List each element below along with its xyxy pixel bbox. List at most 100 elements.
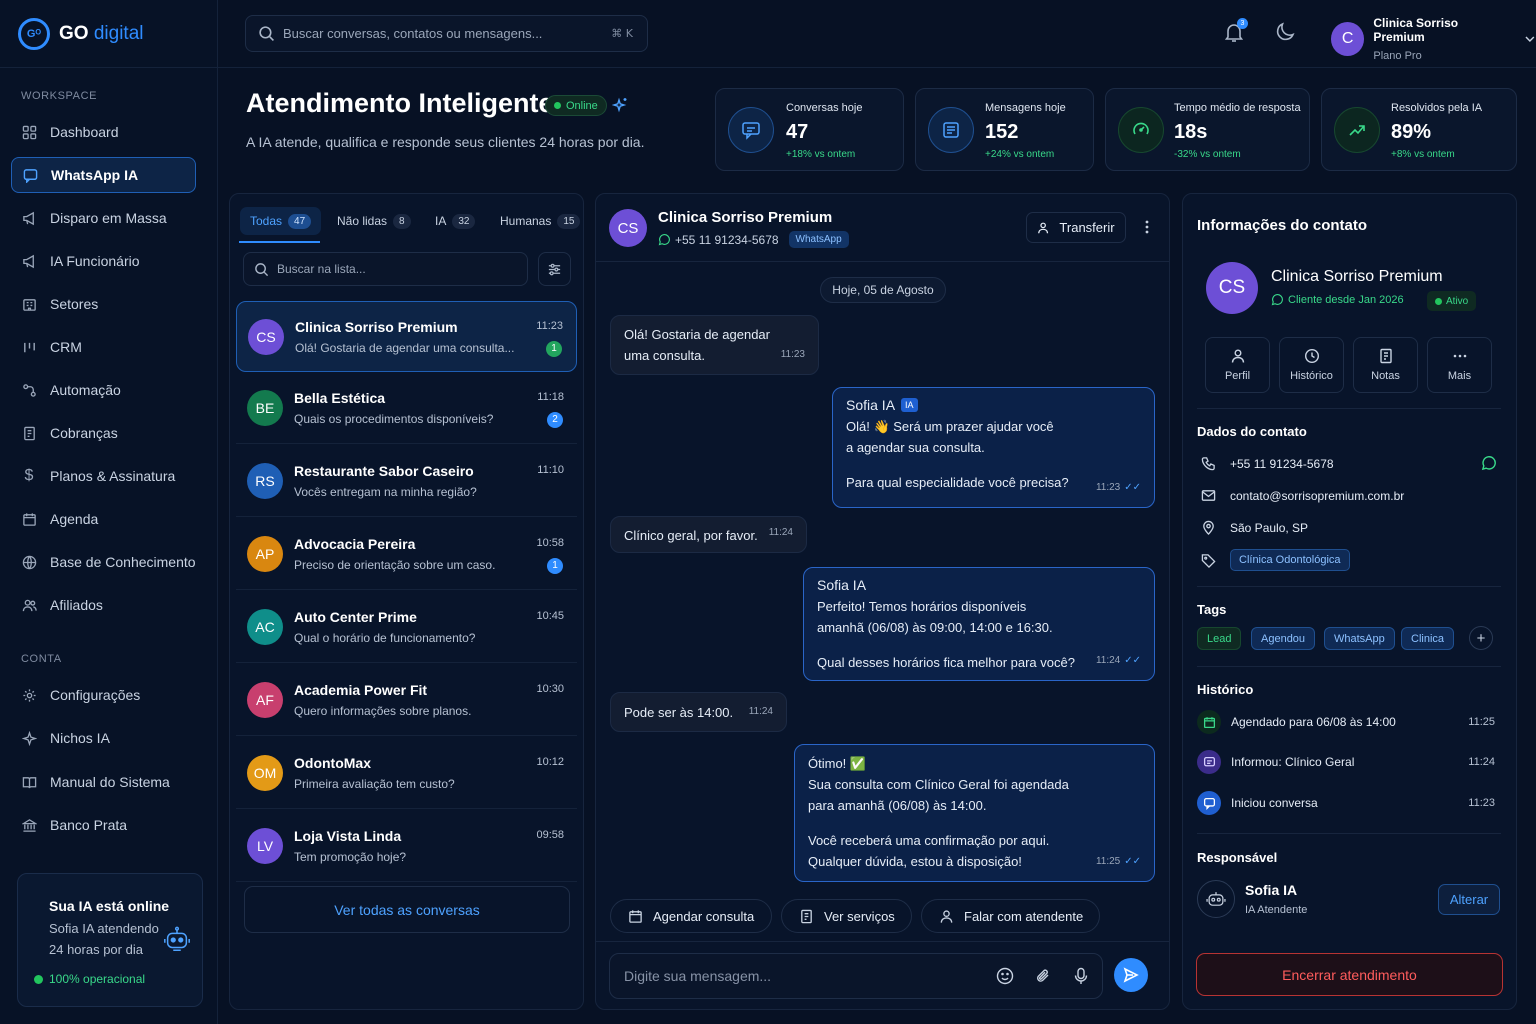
list-search-input[interactable]: Buscar na lista... — [243, 252, 528, 286]
tag-lead[interactable]: Lead — [1197, 627, 1242, 650]
user-menu[interactable]: C Clinica Sorriso Premium Plano Pro — [1331, 16, 1536, 62]
contact-phone: +55 11 91234-5678 — [1230, 456, 1334, 471]
logo[interactable]: Gᴼ GO digital — [0, 0, 217, 68]
sidebar-item-afiliados[interactable]: Afiliados — [11, 587, 196, 623]
whatsapp-icon[interactable] — [1481, 456, 1496, 471]
divider — [1197, 666, 1501, 667]
send-button[interactable] — [1114, 958, 1148, 992]
sidebar-item-label: Configurações — [50, 687, 141, 703]
list-item[interactable]: RS Restaurante Sabor Caseiro Vocês entrega… — [236, 446, 577, 517]
tab-humanas[interactable]: Humanas 15 — [490, 207, 590, 235]
emoji-icon[interactable] — [996, 967, 1014, 985]
sidebar-item-label: Afiliados — [50, 597, 103, 613]
sidebar-item-manual[interactable]: Manual do Sistema — [11, 764, 196, 800]
sidebar-item-crm[interactable]: CRM — [11, 329, 196, 365]
conversation-name: Restaurante Sabor Caseiro — [294, 463, 474, 479]
logo-mark-icon: Gᴼ — [18, 17, 50, 50]
history-item: Informou: Clínico Geral 11:24 — [1197, 749, 1501, 775]
sidebar-item-disparo[interactable]: Disparo em Massa — [11, 200, 196, 236]
sidebar-item-dashboard[interactable]: Dashboard — [11, 114, 196, 150]
quick-reply-servicos[interactable]: Ver serviços — [781, 899, 912, 933]
see-all-conversations-button[interactable]: Ver todas as conversas — [244, 886, 570, 933]
sidebar-item-label: Dashboard — [50, 124, 119, 140]
sidebar-item-base-conhecimento[interactable]: Base de Conhecimento — [11, 544, 196, 580]
transfer-button[interactable]: Transferir — [1026, 212, 1126, 243]
conversation-time: 11:10 — [537, 464, 564, 476]
calendar-icon — [629, 909, 642, 923]
date-separator: Hoje, 05 de Agosto — [820, 277, 946, 303]
microphone-icon[interactable] — [1073, 967, 1089, 985]
tab-count: 47 — [288, 213, 312, 229]
sidebar-item-setores[interactable]: Setores — [11, 286, 196, 322]
chevron-down-icon — [1525, 36, 1535, 43]
change-agent-button[interactable]: Alterar — [1438, 884, 1500, 915]
end-session-button[interactable]: Encerrar atendimento — [1196, 953, 1503, 996]
tab-perfil[interactable]: Perfil — [1205, 337, 1270, 393]
book-icon — [21, 774, 37, 790]
list-item[interactable]: CS Clinica Sorriso Premium Olá! Gostaria d… — [236, 301, 577, 372]
sidebar-item-agenda[interactable]: Agenda — [11, 501, 196, 537]
list-item[interactable]: BE Bella Estética Quais os procedimentos d… — [236, 373, 577, 444]
stat-value: 152 — [985, 121, 1019, 143]
tab-notas[interactable]: Notas — [1353, 337, 1418, 393]
message-line: Sua consulta com Clínico Geral foi agend… — [808, 777, 1069, 792]
contact-data-title: Dados do contato — [1197, 424, 1307, 439]
message-line: Você receberá uma confirmação por aqui. — [808, 833, 1050, 848]
avatar: AF — [247, 682, 283, 718]
chat-contact-name: Clinica Sorriso Premium — [658, 209, 833, 226]
add-tag-button[interactable]: + — [1469, 626, 1493, 650]
channel-badge: WhatsApp — [788, 231, 849, 248]
sidebar-item-banco-prata[interactable]: Banco Prata — [11, 807, 196, 843]
tag-whatsapp[interactable]: WhatsApp — [1324, 627, 1395, 650]
history-icon — [1304, 348, 1319, 364]
history-time: 11:24 — [1468, 756, 1495, 768]
divider — [595, 941, 1170, 942]
sidebar-item-ia-funcionario[interactable]: IA Funcionário — [11, 243, 196, 279]
paperclip-icon[interactable] — [1035, 967, 1053, 985]
tab-ia[interactable]: IA 32 — [425, 207, 485, 235]
filter-button[interactable] — [538, 252, 571, 286]
message-line: Ótimo! ✅ — [808, 756, 867, 771]
more-horizontal-icon — [1453, 354, 1466, 358]
message-time: 11:24 — [768, 527, 793, 538]
sidebar-item-label: CRM — [50, 339, 82, 355]
chat-icon — [22, 167, 38, 183]
moon-icon[interactable] — [1273, 20, 1297, 44]
tag-agendou[interactable]: Agendou — [1251, 627, 1316, 650]
tab-historico[interactable]: Histórico — [1279, 337, 1344, 393]
conversation-name: OdontoMax — [294, 755, 371, 771]
list-item[interactable]: AF Academia Power Fit Quero informações so… — [236, 665, 577, 736]
quick-reply-agendar[interactable]: Agendar consulta — [610, 899, 772, 933]
global-search-input[interactable]: Buscar conversas, contatos ou mensagens.… — [245, 15, 648, 52]
conversation-preview: Quero informações sobre planos. — [294, 704, 472, 718]
list-search-placeholder: Buscar na lista... — [277, 262, 366, 276]
list-item[interactable]: AP Advocacia Pereira Preciso de orientação… — [236, 519, 577, 590]
tab-label: Perfil — [1224, 370, 1251, 382]
sidebar-item-cobrancas[interactable]: Cobranças — [11, 415, 196, 451]
user-plan: Plano Pro — [1373, 50, 1422, 62]
sidebar-item-configuracoes[interactable]: Configurações — [11, 677, 196, 713]
sidebar-item-planos[interactable]: $ Planos & Assinatura — [11, 458, 196, 494]
sidebar-item-whatsapp-ia[interactable]: WhatsApp IA — [11, 157, 196, 193]
transfer-label: Transferir — [1059, 220, 1115, 235]
message-outgoing: Sofia IA IA Olá! 👋 Será um prazer ajudar … — [832, 387, 1155, 508]
contact-since-text: Cliente desde Jan 2026 — [1288, 294, 1404, 306]
conversation-preview: Olá! Gostaria de agendar uma consulta... — [295, 341, 515, 355]
sidebar-item-nichos-ia[interactable]: Nichos IA — [11, 720, 196, 756]
tag-clinica[interactable]: Clinica — [1401, 627, 1455, 650]
responsible-title: Responsável — [1197, 850, 1278, 865]
message-author: Sofia IA — [817, 577, 867, 593]
message-outgoing: Sofia IA Perfeito! Temos horários dispon… — [803, 567, 1155, 681]
message-line: a agendar sua consulta. — [846, 440, 985, 455]
list-item[interactable]: AC Auto Center Prime Qual o horário de fun… — [236, 592, 577, 663]
sidebar-item-automacao[interactable]: Automação — [11, 372, 196, 408]
more-vertical-icon[interactable] — [1140, 219, 1154, 235]
list-item[interactable]: OM OdontoMax Primeira avaliação tem custo?… — [236, 738, 577, 809]
tab-nao-lidas[interactable]: Não lidas 8 — [327, 207, 421, 235]
list-item[interactable]: LV Loja Vista Linda Tem promoção hoje? 09:5… — [236, 811, 577, 882]
tab-todas[interactable]: Todas 47 — [240, 207, 322, 235]
quick-reply-atendente[interactable]: Falar com atendente — [921, 899, 1100, 933]
tab-mais[interactable]: Mais — [1427, 337, 1492, 393]
message-time: 11:23 — [780, 349, 805, 360]
message-input[interactable]: Digite sua mensagem... — [609, 953, 1103, 999]
